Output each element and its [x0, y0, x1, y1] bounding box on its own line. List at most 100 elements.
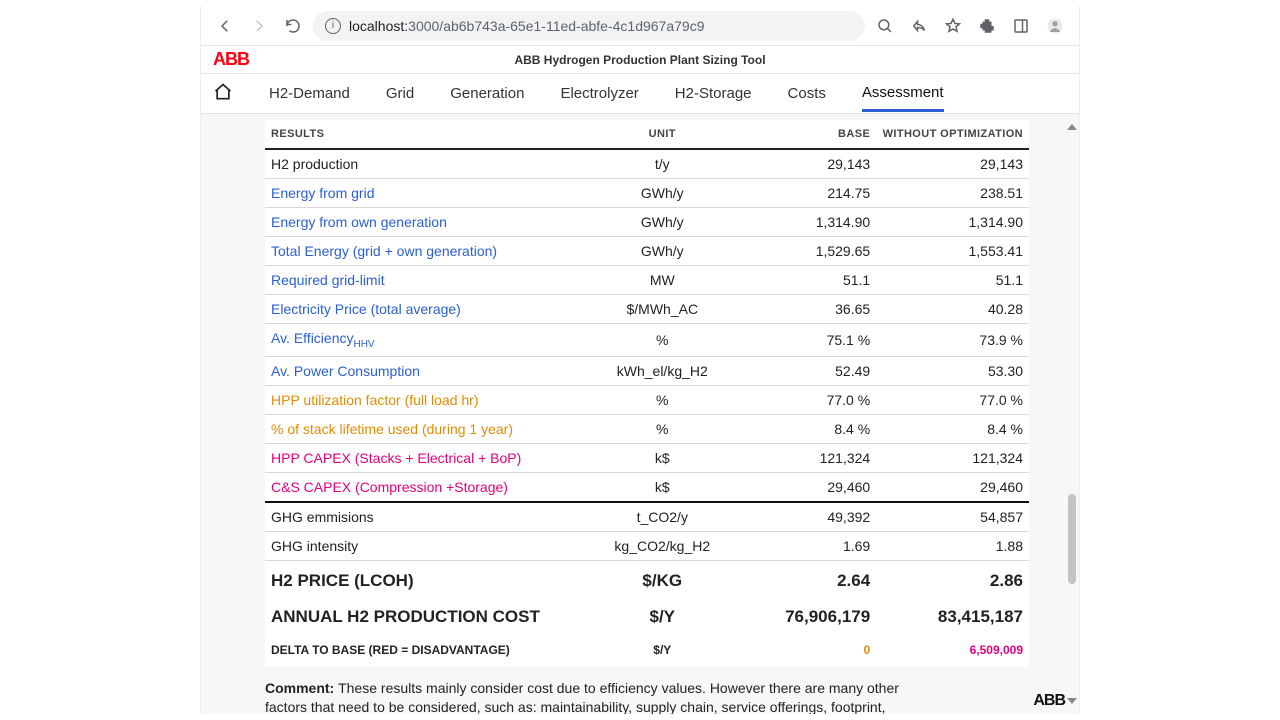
zoom-icon[interactable] — [871, 12, 899, 40]
col-noopt: WITHOUT OPTIMIZATION — [876, 120, 1029, 149]
row-label: HPP utilization factor (full load hr) — [265, 385, 586, 414]
results-table: RESULTS UNIT BASE WITHOUT OPTIMIZATION H… — [265, 120, 1029, 667]
row-base: 1.69 — [739, 531, 877, 560]
table-row: GHG emmisionst_CO2/y49,39254,857 — [265, 502, 1029, 532]
row-unit: kWh_el/kg_H2 — [586, 356, 739, 385]
comment-prefix: Comment: — [265, 680, 338, 696]
row-unit: % — [586, 414, 739, 443]
vertical-scrollbar[interactable] — [1066, 124, 1078, 704]
delta-label: DELTA TO BASE (RED = DISADVANTAGE) — [265, 633, 586, 667]
brand-logo: ABB — [201, 49, 261, 70]
scroll-thumb[interactable] — [1068, 494, 1076, 584]
annual-noopt: 83,415,187 — [876, 601, 1029, 633]
row-base: 1,529.65 — [739, 237, 877, 266]
row-noopt: 238.51 — [876, 179, 1029, 208]
table-row: Total Energy (grid + own generation)GWh/… — [265, 237, 1029, 266]
row-unit: GWh/y — [586, 237, 739, 266]
row-unit: GWh/y — [586, 208, 739, 237]
delta-noopt: 6,509,009 — [876, 633, 1029, 667]
table-row: Energy from gridGWh/y214.75238.51 — [265, 179, 1029, 208]
row-label: % of stack lifetime used (during 1 year) — [265, 414, 586, 443]
table-row: % of stack lifetime used (during 1 year)… — [265, 414, 1029, 443]
row-base: 49,392 — [739, 502, 877, 532]
row-unit: t_CO2/y — [586, 502, 739, 532]
row-base: 29,460 — [739, 472, 877, 502]
tab-h2-storage[interactable]: H2-Storage — [675, 77, 752, 110]
row-noopt: 73.9 % — [876, 324, 1029, 357]
row-unit: kg_CO2/kg_H2 — [586, 531, 739, 560]
row-unit: % — [586, 385, 739, 414]
row-noopt: 29,143 — [876, 149, 1029, 179]
bookmark-star-icon[interactable] — [939, 12, 967, 40]
footer-brand-logo: ABB — [1033, 692, 1065, 710]
home-icon[interactable] — [213, 82, 233, 105]
row-noopt: 8.4 % — [876, 414, 1029, 443]
row-label: Av. EfficiencyHHV — [265, 324, 586, 357]
profile-avatar-icon[interactable] — [1041, 12, 1069, 40]
row-noopt: 121,324 — [876, 443, 1029, 472]
row-label: Av. Power Consumption — [265, 356, 586, 385]
scroll-up-icon[interactable] — [1067, 124, 1077, 130]
lcoh-noopt: 2.86 — [876, 560, 1029, 601]
tab-electrolyzer[interactable]: Electrolyzer — [560, 77, 638, 110]
table-row: HPP CAPEX (Stacks + Electrical + BoP)k$1… — [265, 443, 1029, 472]
annual-unit: $/Y — [586, 601, 739, 633]
row-base: 51.1 — [739, 266, 877, 295]
row-noopt: 53.30 — [876, 356, 1029, 385]
table-row: Required grid-limitMW51.151.1 — [265, 266, 1029, 295]
row-noopt: 1,553.41 — [876, 237, 1029, 266]
content-area: RESULTS UNIT BASE WITHOUT OPTIMIZATION H… — [201, 114, 1079, 714]
tab-costs[interactable]: Costs — [788, 77, 826, 110]
table-row: GHG intensitykg_CO2/kg_H21.691.88 — [265, 531, 1029, 560]
site-info-icon[interactable]: i — [325, 18, 341, 34]
row-label: GHG intensity — [265, 531, 586, 560]
row-label: GHG emmisions — [265, 502, 586, 532]
row-noopt: 1,314.90 — [876, 208, 1029, 237]
lcoh-unit: $/KG — [586, 560, 739, 601]
row-noopt: 51.1 — [876, 266, 1029, 295]
row-unit: MW — [586, 266, 739, 295]
table-row: Av. EfficiencyHHV%75.1 %73.9 % — [265, 324, 1029, 357]
extensions-icon[interactable] — [973, 12, 1001, 40]
table-row: C&S CAPEX (Compression +Storage)k$29,460… — [265, 472, 1029, 502]
row-noopt: 29,460 — [876, 472, 1029, 502]
table-row: Energy from own generationGWh/y1,314.901… — [265, 208, 1029, 237]
comment-block: Comment: These results mainly consider c… — [265, 679, 905, 714]
delta-unit: $/Y — [586, 633, 739, 667]
row-base: 214.75 — [739, 179, 877, 208]
nav-reload-button[interactable] — [279, 12, 307, 40]
row-unit: % — [586, 324, 739, 357]
delta-base: 0 — [739, 633, 877, 667]
row-label: C&S CAPEX (Compression +Storage) — [265, 472, 586, 502]
lcoh-label: H2 PRICE (LCOH) — [265, 560, 586, 601]
row-unit: GWh/y — [586, 179, 739, 208]
row-unit: k$ — [586, 443, 739, 472]
nav-back-button[interactable] — [211, 12, 239, 40]
app-title: ABB Hydrogen Production Plant Sizing Too… — [514, 53, 765, 67]
row-unit: $/MWh_AC — [586, 295, 739, 324]
tab-generation[interactable]: Generation — [450, 77, 524, 110]
tab-h2-demand[interactable]: H2-Demand — [269, 77, 350, 110]
row-label: Energy from own generation — [265, 208, 586, 237]
tab-assessment[interactable]: Assessment — [862, 76, 944, 112]
row-label: Required grid-limit — [265, 266, 586, 295]
address-bar[interactable]: i localhost:3000/ab6b743a-65e1-11ed-abfe… — [313, 11, 865, 41]
lcoh-base: 2.64 — [739, 560, 877, 601]
row-base: 52.49 — [739, 356, 877, 385]
comment-text: These results mainly consider cost due t… — [265, 680, 899, 714]
row-label: Energy from grid — [265, 179, 586, 208]
share-icon[interactable] — [905, 12, 933, 40]
tab-grid[interactable]: Grid — [386, 77, 414, 110]
nav-forward-button[interactable] — [245, 12, 273, 40]
table-row: H2 productiont/y29,14329,143 — [265, 149, 1029, 179]
scroll-down-icon[interactable] — [1067, 698, 1077, 704]
col-unit: UNIT — [586, 120, 739, 149]
panel-icon[interactable] — [1007, 12, 1035, 40]
url-path: 3000/ab6b743a-65e1-11ed-abfe-4c1d967a79c… — [408, 18, 704, 34]
row-base: 121,324 — [739, 443, 877, 472]
table-row: Av. Power ConsumptionkWh_el/kg_H252.4953… — [265, 356, 1029, 385]
row-noopt: 54,857 — [876, 502, 1029, 532]
row-base: 29,143 — [739, 149, 877, 179]
table-row: HPP utilization factor (full load hr)%77… — [265, 385, 1029, 414]
row-label: Electricity Price (total average) — [265, 295, 586, 324]
